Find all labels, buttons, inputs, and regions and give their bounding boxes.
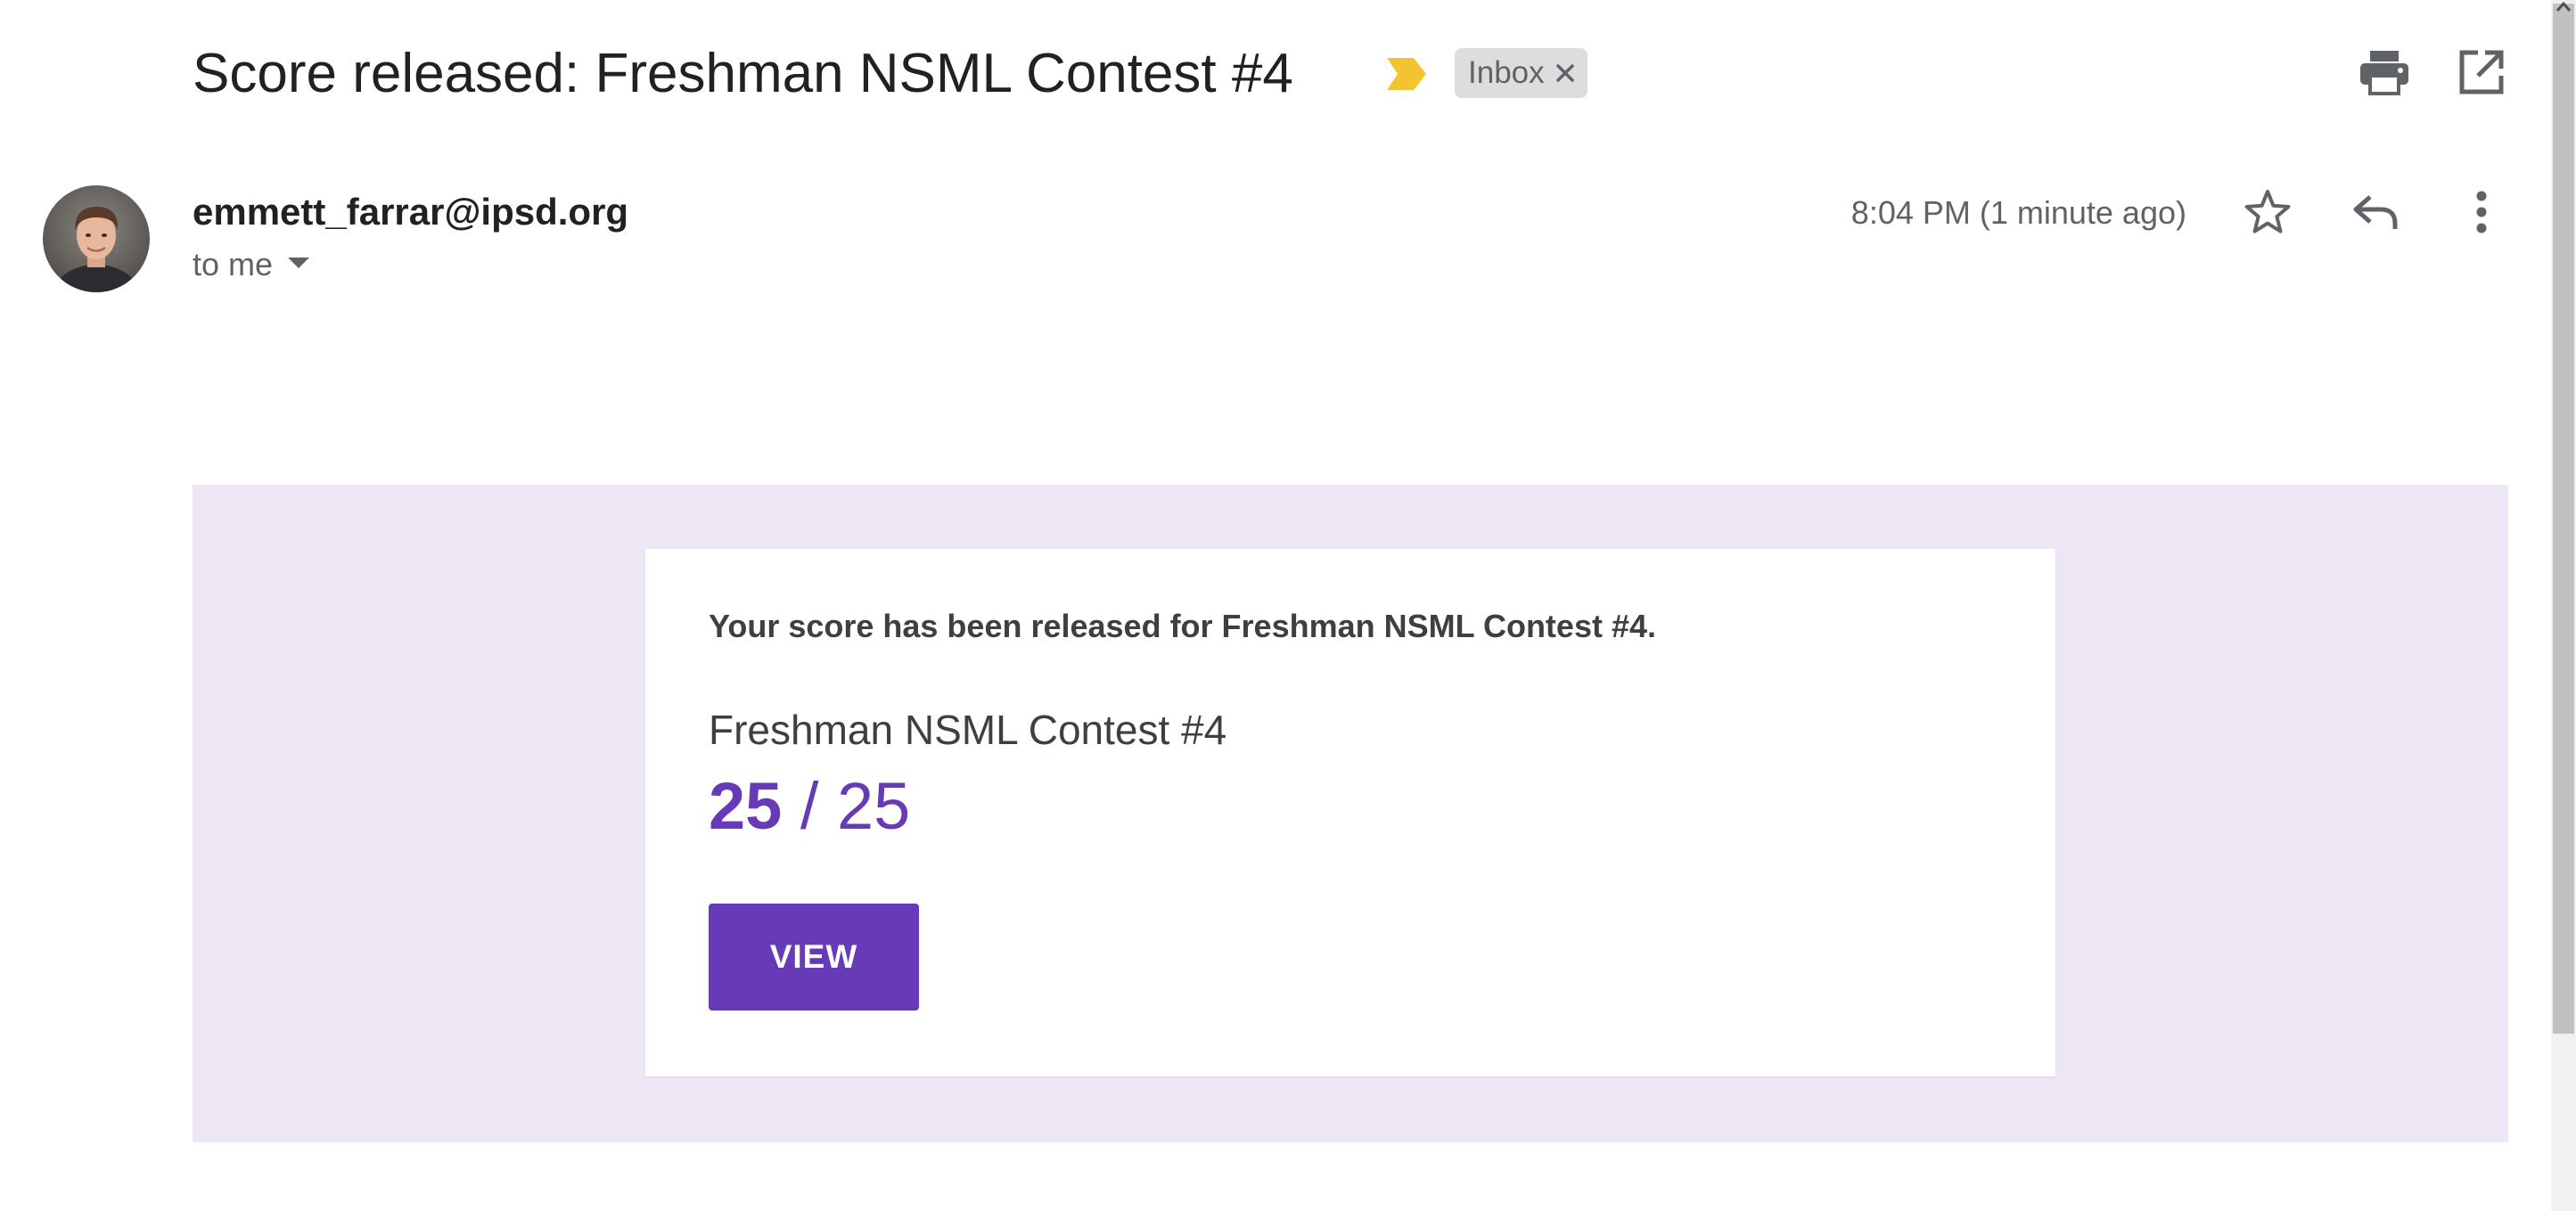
email-body-banner: Your score has been released for Freshma…: [193, 485, 2508, 1142]
scrollbar-thumb[interactable]: [2553, 4, 2574, 1034]
important-marker-icon[interactable]: [1385, 56, 1428, 92]
view-score-button[interactable]: VIEW: [709, 904, 919, 1011]
star-icon[interactable]: [2239, 184, 2296, 241]
score-display: 25 / 25: [709, 768, 910, 844]
more-vertical-icon[interactable]: [2453, 184, 2510, 241]
score-earned: 25: [709, 769, 783, 843]
score-total: 25: [837, 769, 911, 843]
label-chip-text: Inbox: [1468, 55, 1545, 90]
close-icon[interactable]: [1555, 63, 1575, 83]
avatar[interactable]: [43, 185, 150, 292]
email-view: Score released: Freshman NSML Contest #4…: [0, 0, 2576, 1211]
recipient-text: to me: [193, 246, 274, 282]
score-separator: /: [800, 769, 819, 843]
print-icon[interactable]: [2357, 45, 2412, 100]
sender-email: emmett_farrar@ipsd.org: [193, 191, 629, 233]
score-released-message: Your score has been released for Freshma…: [709, 608, 1657, 644]
reply-icon[interactable]: [2347, 184, 2404, 241]
recipient-line: to me: [193, 246, 310, 283]
quiz-title: Freshman NSML Contest #4: [709, 707, 1227, 753]
inbox-label-chip: Inbox: [1455, 48, 1587, 98]
message-timestamp: 8:04 PM (1 minute ago): [1850, 194, 2186, 231]
email-subject: Score released: Freshman NSML Contest #4: [193, 43, 1293, 104]
score-card: Your score has been released for Freshma…: [645, 549, 2055, 1076]
scroll-up-arrow-icon[interactable]: [2555, 0, 2572, 14]
chevron-down-icon[interactable]: [287, 257, 310, 274]
open-in-new-window-icon[interactable]: [2454, 45, 2509, 100]
